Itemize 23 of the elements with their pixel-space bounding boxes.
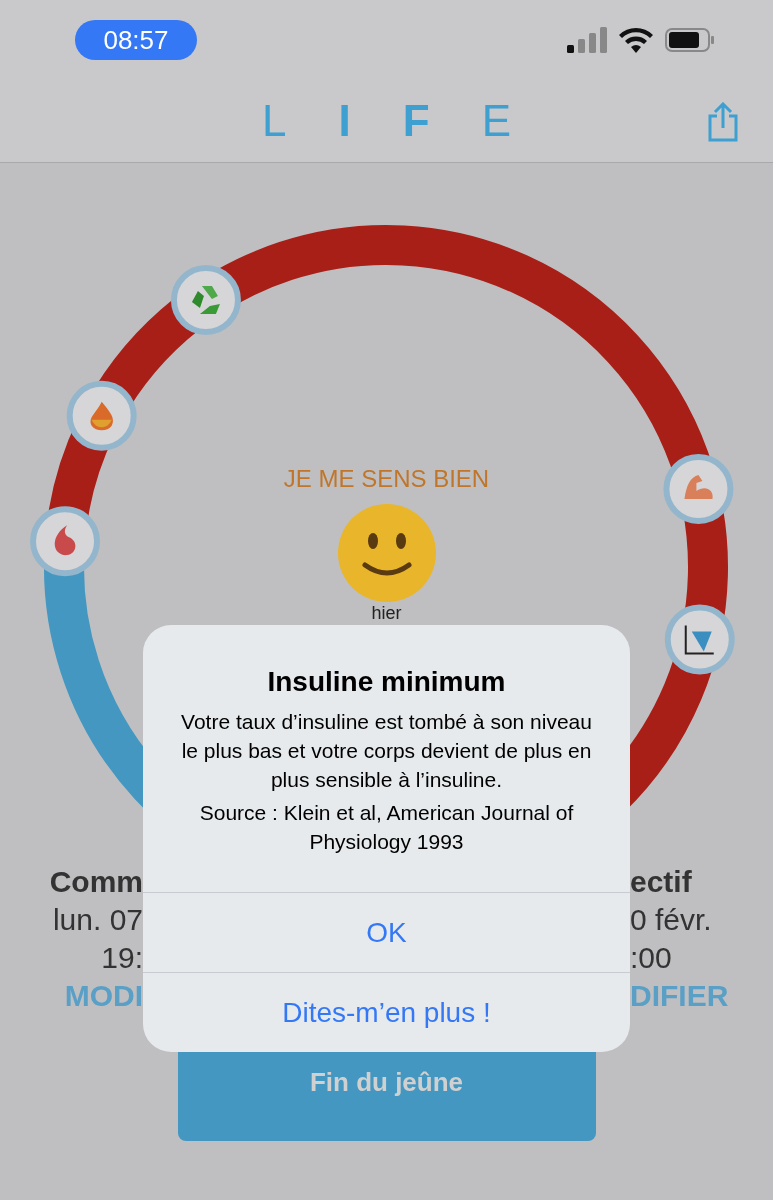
status-time: 08:57 xyxy=(75,20,197,60)
alert-title: Insuline minimum xyxy=(267,665,506,699)
alert-button[interactable]: OK xyxy=(143,892,630,972)
goal-info: ectif xyxy=(630,864,692,900)
chart-icon[interactable] xyxy=(664,604,735,675)
mood-time: hier xyxy=(371,603,402,623)
signal-icon xyxy=(567,27,607,53)
app-logo: L I F E xyxy=(262,95,511,147)
alert-button[interactable]: Dites-m’en plus ! xyxy=(143,972,630,1052)
goal-info: :00 xyxy=(630,940,672,976)
wifi-icon xyxy=(619,27,653,53)
goal-info: 0 févr. xyxy=(630,902,712,938)
smiley-icon[interactable] xyxy=(336,503,437,603)
modify-start-link[interactable]: MODI xyxy=(64,977,143,1015)
drop-icon[interactable] xyxy=(30,506,101,577)
modify-goal-link[interactable]: DIFIER xyxy=(630,977,729,1015)
start-info: 19: xyxy=(101,940,143,976)
alert-message: Source : Klein et al, American Journal of Physiology 1993 xyxy=(198,800,575,855)
start-info: lun. 07 xyxy=(52,902,143,938)
alert-message: Votre taux d’insuline est tombé à son niveau le plus bas et votre corps devient de plus en plus sensible à l’insuline. xyxy=(181,709,592,793)
battery-icon xyxy=(665,28,715,52)
mood-label: JE ME SENS BIEN xyxy=(283,464,490,494)
start-info: Comm xyxy=(49,864,143,900)
